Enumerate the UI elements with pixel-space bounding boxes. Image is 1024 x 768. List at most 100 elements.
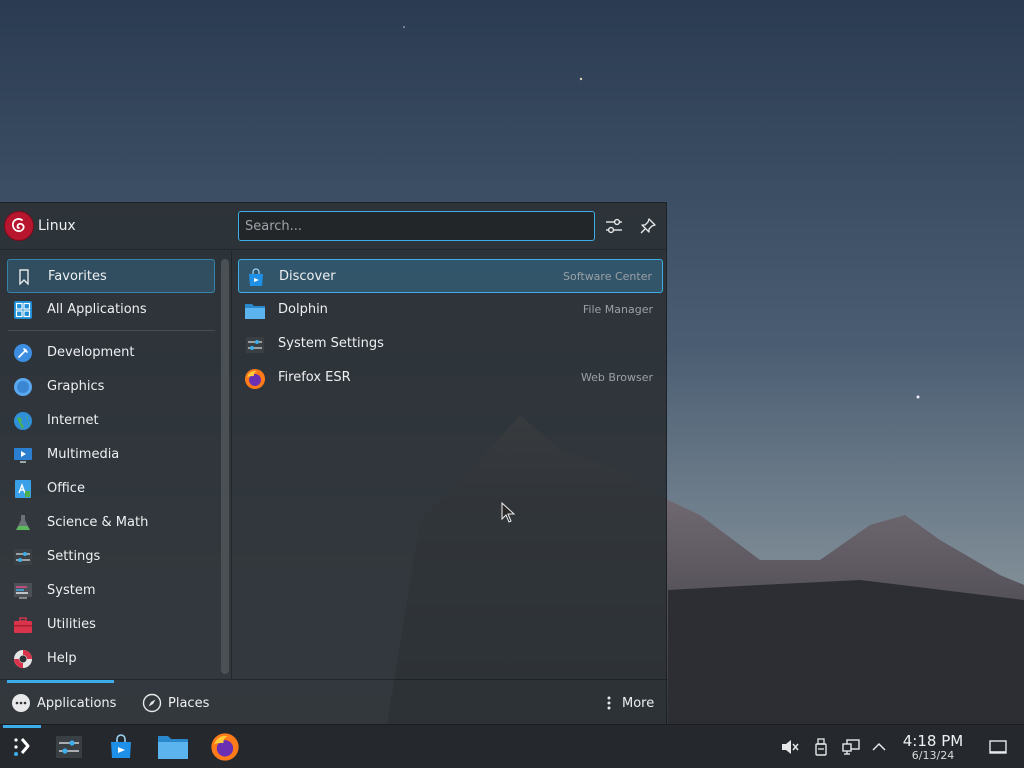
category-separator [8,330,215,331]
configure-icon [606,218,622,234]
folder-icon [244,300,266,322]
app-name: Firefox ESR [278,370,351,385]
category-label: Internet [47,413,99,428]
category-office[interactable]: Office [7,472,215,506]
category-label: Favorites [48,269,107,284]
folder-icon [158,736,188,759]
office-icon [13,479,33,499]
applications-icon [12,694,30,712]
bookmark-icon [14,267,34,287]
app-item-firefox[interactable]: Firefox ESR Web Browser [238,361,663,395]
user-name: Linux [38,218,76,234]
pin-icon [640,218,656,234]
more-vertical-icon [607,696,611,710]
tab-label: More [622,695,655,711]
grid-icon [13,300,33,320]
globe-icon [13,411,33,431]
category-label: Office [47,481,85,496]
multimedia-icon [13,445,33,465]
debian-swirl-icon [11,218,25,233]
category-development[interactable]: Development [7,336,215,370]
science-icon [13,513,33,533]
category-all-applications[interactable]: All Applications [7,293,215,327]
category-scrollbar[interactable] [221,259,229,674]
category-label: System [47,583,96,598]
category-multimedia[interactable]: Multimedia [7,438,215,472]
show-desktop-button[interactable] [988,737,1008,757]
debian-logo-avatar[interactable] [4,211,34,241]
help-icon [13,649,33,669]
firefox-icon [211,733,239,761]
firefox-icon [244,368,266,390]
usb-drive-icon [815,738,827,756]
category-help[interactable]: Help [7,642,215,676]
category-label: Settings [47,549,101,564]
clock-date: 6/13/24 [911,749,955,762]
category-list: Favorites All Applications Development G… [0,251,232,679]
category-label: Development [47,345,135,360]
volume-muted-icon [782,740,799,754]
category-label: Help [47,651,77,666]
app-description: Software Center [562,270,652,283]
removable-device-button[interactable] [811,737,831,757]
network-wired-icon [842,739,860,755]
show-hidden-icons-button[interactable] [869,737,889,757]
toolbox-icon [13,615,33,635]
discover-icon [245,267,267,289]
application-launcher: Linux Favorites [0,202,667,724]
app-name: Dolphin [278,302,328,317]
app-name: Discover [279,269,336,284]
pin-button[interactable] [637,215,659,237]
tab-label: Applications [37,695,117,711]
app-item-discover[interactable]: Discover Software Center [238,259,663,293]
graphics-icon [13,377,33,397]
category-internet[interactable]: Internet [7,404,215,438]
taskbar-discover[interactable] [101,729,141,765]
category-label: Utilities [47,617,96,632]
compass-icon [142,693,162,713]
development-icon [13,343,33,363]
favorites-app-list: Discover Software Center Dolphin File Ma… [234,251,666,679]
settings-icon [13,547,33,567]
taskbar-firefox[interactable] [205,729,245,765]
taskbar-system-settings[interactable] [49,729,89,765]
launcher-header: Linux [0,203,667,250]
show-desktop-icon [989,740,1007,754]
kde-launcher-icon [14,738,30,756]
discover-icon [111,734,131,758]
category-science-math[interactable]: Science & Math [7,506,215,540]
network-button[interactable] [841,737,861,757]
app-item-dolphin[interactable]: Dolphin File Manager [238,293,663,327]
app-item-system-settings[interactable]: System Settings [238,327,663,361]
taskbar: 4:18 PM 6/13/24 [0,724,1024,768]
category-graphics[interactable]: Graphics [7,370,215,404]
app-description: File Manager [582,303,653,316]
launcher-footer: Applications Places More [0,679,667,725]
taskbar-dolphin[interactable] [153,729,193,765]
more-button[interactable]: More [602,680,654,726]
system-settings-icon [244,334,266,356]
launcher-active-indicator [3,725,41,728]
tab-label: Places [168,695,210,711]
category-settings[interactable]: Settings [7,540,215,574]
category-system[interactable]: System [7,574,215,608]
system-settings-icon [56,736,82,758]
app-description: Web Browser [580,371,653,384]
search-input[interactable] [238,211,595,241]
category-label: All Applications [47,302,147,317]
category-utilities[interactable]: Utilities [7,608,215,642]
system-icon [13,581,33,601]
category-label: Science & Math [47,515,149,530]
tab-applications[interactable]: Applications [11,680,116,726]
category-label: Graphics [47,379,105,394]
configure-button[interactable] [603,215,625,237]
category-label: Multimedia [47,447,120,462]
app-name: System Settings [278,336,384,351]
chevron-up-icon [872,742,886,751]
category-favorites[interactable]: Favorites [7,259,215,293]
volume-muted-button[interactable] [780,737,800,757]
launcher-button[interactable] [2,729,42,765]
clock-time: 4:18 PM [902,732,964,750]
mouse-cursor-icon [501,502,516,523]
tab-places[interactable]: Places [142,680,209,726]
